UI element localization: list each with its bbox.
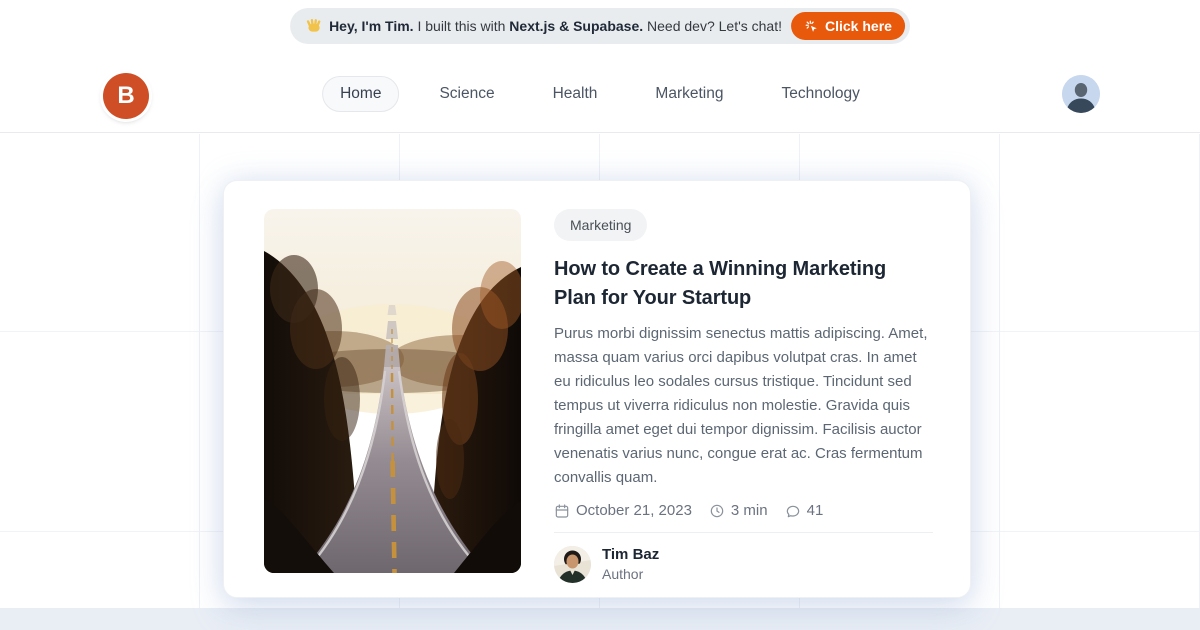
clock-icon <box>710 504 724 517</box>
site-logo[interactable]: B <box>103 73 149 119</box>
author-photo-icon <box>554 546 591 583</box>
speech-bubble-icon <box>786 505 799 517</box>
nav-item-health[interactable]: Health <box>535 76 616 112</box>
article-content: Marketing How to Create a Winning Market… <box>554 209 933 584</box>
article-photo[interactable] <box>264 209 521 573</box>
cursor-click-icon <box>804 19 819 34</box>
site-header: Hey, I'm Tim. I built this with Next.js … <box>0 0 1200 133</box>
wave-emoji-icon <box>306 18 322 34</box>
author-block[interactable]: Tim Baz Author <box>554 545 933 584</box>
click-here-button[interactable]: Click here <box>791 12 905 40</box>
author-name: Tim Baz <box>602 546 660 563</box>
category-badge[interactable]: Marketing <box>554 209 648 241</box>
page: Hey, I'm Tim. I built this with Next.js … <box>0 0 1200 630</box>
author-role: Author <box>602 566 644 582</box>
nav-item-home[interactable]: Home <box>322 76 400 112</box>
author-avatar <box>554 546 591 583</box>
article-title[interactable]: How to Create a Winning Marketing Plan f… <box>554 255 933 313</box>
article-card[interactable]: Marketing How to Create a Winning Market… <box>223 180 971 598</box>
meta-comments: 41 <box>785 502 823 519</box>
nav-item-science[interactable]: Science <box>421 76 512 112</box>
banner-intro: Hey, I'm Tim. <box>329 18 414 34</box>
author-text: Tim Baz Author <box>602 545 659 584</box>
author-divider <box>554 532 933 533</box>
article-excerpt: Purus morbi dignissim senectus mattis ad… <box>554 325 928 486</box>
meta-date: October 21, 2023 <box>554 502 692 519</box>
person-silhouette-icon <box>1062 75 1100 113</box>
article-meta: October 21, 2023 3 min 41 <box>554 502 933 519</box>
next-section-edge <box>0 608 1200 630</box>
user-avatar[interactable] <box>1062 75 1100 113</box>
banner-tech: Next.js & Supabase. <box>509 18 644 34</box>
road-photo-illustration <box>264 209 521 573</box>
calendar-icon <box>555 503 569 518</box>
logo-letter: B <box>117 82 135 109</box>
promo-banner: Hey, I'm Tim. I built this with Next.js … <box>290 8 910 44</box>
meta-read-time: 3 min <box>709 502 768 519</box>
main-nav: Home Science Health Marketing Technology <box>322 75 878 113</box>
banner-text: Hey, I'm Tim. I built this with Next.js … <box>329 18 782 34</box>
nav-item-marketing[interactable]: Marketing <box>637 76 741 112</box>
nav-item-technology[interactable]: Technology <box>763 76 877 112</box>
